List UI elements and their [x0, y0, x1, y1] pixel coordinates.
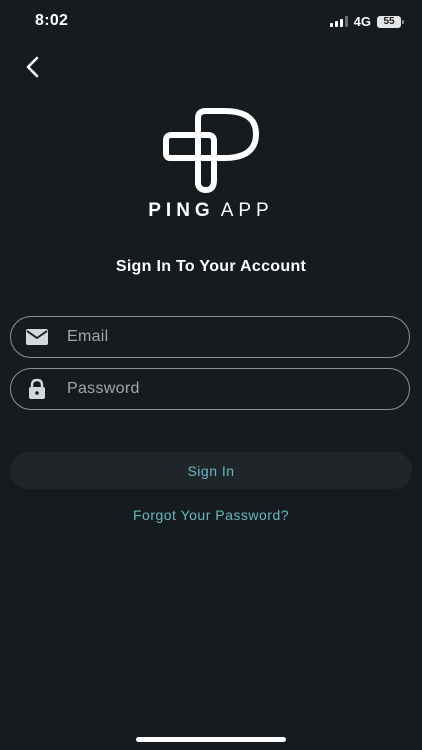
sign-in-button[interactable]: Sign In [10, 452, 412, 489]
email-field[interactable] [10, 316, 410, 358]
password-field[interactable] [10, 368, 410, 410]
lock-icon [25, 377, 49, 401]
app-name-bold: PING [148, 200, 215, 221]
envelope-icon [25, 325, 49, 349]
battery-level: 55 [377, 15, 401, 28]
chevron-left-icon [26, 56, 39, 78]
home-indicator[interactable] [136, 737, 286, 742]
network-type: 4G [353, 14, 371, 29]
status-bar: 8:02 4G 55 [0, 0, 422, 44]
forgot-password-link[interactable]: Forgot Your Password? [0, 507, 422, 523]
ping-logo-mark [163, 108, 259, 193]
app-name-light: APP [220, 200, 274, 221]
email-input[interactable] [65, 327, 393, 347]
page-title: Sign In To Your Account [115, 258, 307, 275]
password-input[interactable] [65, 379, 393, 399]
status-indicators: 4G 55 [329, 14, 404, 29]
back-button[interactable] [18, 52, 48, 82]
battery-icon: 55 [377, 15, 404, 28]
cellular-signal-icon [329, 16, 348, 27]
app-name: PING APP [0, 200, 422, 222]
status-time: 8:02 [35, 12, 69, 29]
